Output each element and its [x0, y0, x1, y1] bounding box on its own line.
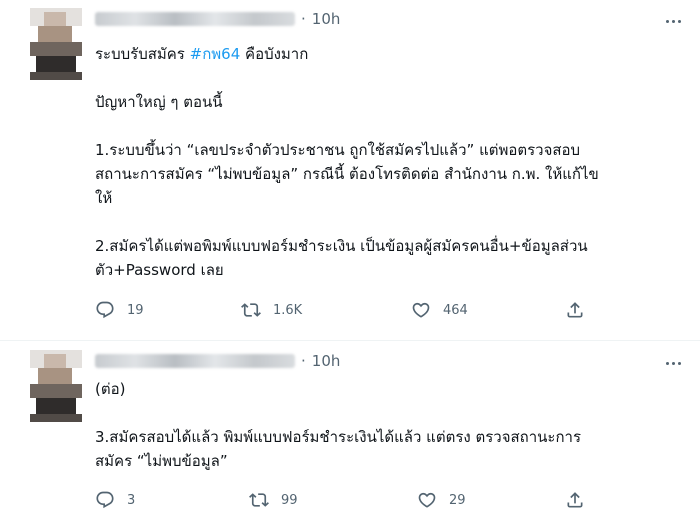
- tweet[interactable]: · 10h (ต่อ) 3.สมัครสอบได้แล้ว พิมพ์แบบฟอ…: [0, 340, 700, 521]
- retweet-count: 99: [281, 492, 298, 508]
- time-separator: ·: [301, 352, 306, 370]
- tweet-actions: 3 99 29: [95, 488, 595, 512]
- tweet-header: · 10h: [95, 8, 340, 30]
- tweet[interactable]: · 10h ระบบรับสมัคร #กพ64 คือบังมาก ปัญหา…: [0, 0, 700, 340]
- tweet-text-body: คือบังมาก ปัญหาใหญ่ ๆ ตอนนี้ 1.ระบบขึ้นว…: [95, 45, 599, 279]
- tweet-actions: 19 1.6K 464: [95, 298, 595, 322]
- retweet-button[interactable]: 1.6K: [241, 298, 302, 322]
- retweet-count: 1.6K: [273, 302, 303, 318]
- heart-icon: [418, 492, 436, 508]
- tweet-text-prefix: ระบบรับสมัคร: [95, 45, 190, 63]
- author-name-blurred[interactable]: [95, 12, 295, 26]
- like-count: 29: [449, 492, 466, 508]
- retweet-button[interactable]: 99: [249, 488, 298, 512]
- like-button[interactable]: 29: [417, 488, 466, 512]
- like-button[interactable]: 464: [411, 298, 468, 322]
- author-name-blurred[interactable]: [95, 354, 295, 368]
- share-button[interactable]: [565, 488, 585, 512]
- like-count: 464: [443, 302, 468, 318]
- avatar[interactable]: [30, 8, 82, 80]
- tweet-text: (ต่อ) 3.สมัครสอบได้แล้ว พิมพ์แบบฟอร์มชำร…: [95, 380, 582, 470]
- avatar[interactable]: [30, 350, 82, 422]
- reply-icon: [96, 491, 114, 509]
- reply-button[interactable]: 3: [95, 488, 135, 512]
- reply-count: 3: [127, 492, 136, 508]
- retweet-icon: [241, 303, 261, 317]
- time-separator: ·: [301, 10, 306, 28]
- heart-icon: [412, 302, 430, 318]
- more-icon[interactable]: [662, 352, 684, 374]
- share-icon: [567, 492, 583, 508]
- tweet-header: · 10h: [95, 350, 340, 372]
- more-icon[interactable]: [662, 10, 684, 32]
- reply-count: 19: [127, 302, 144, 318]
- reply-icon: [96, 301, 114, 319]
- tweet-timestamp[interactable]: 10h: [312, 352, 341, 370]
- tweet-timestamp[interactable]: 10h: [312, 10, 341, 28]
- share-icon: [567, 302, 583, 318]
- share-button[interactable]: [565, 298, 585, 322]
- retweet-icon: [249, 493, 269, 507]
- tweet-text: ระบบรับสมัคร #กพ64 คือบังมาก ปัญหาใหญ่ ๆ…: [95, 42, 685, 282]
- hashtag-link[interactable]: #กพ64: [190, 45, 241, 63]
- reply-button[interactable]: 19: [95, 298, 144, 322]
